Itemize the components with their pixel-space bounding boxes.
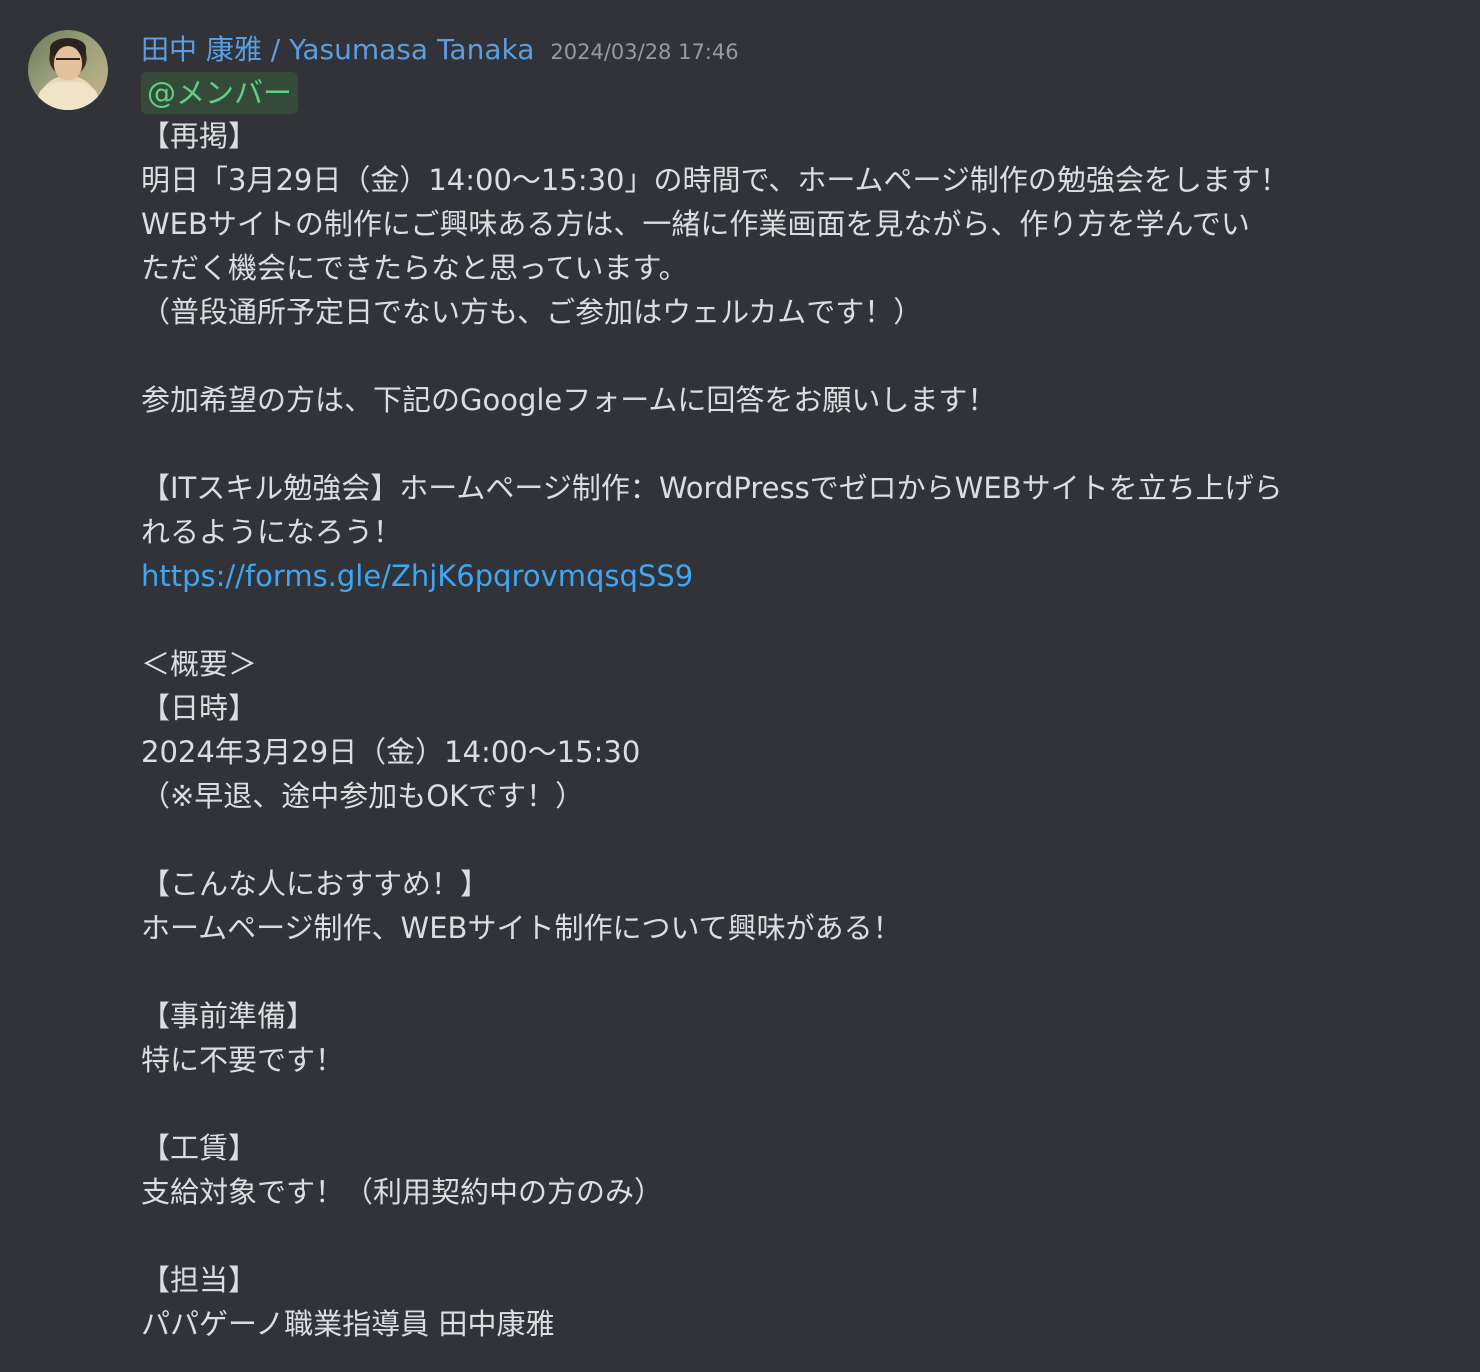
avatar-shirt — [38, 82, 98, 110]
message-line: 【事前準備】 — [141, 999, 316, 1033]
message-body: 【再掲】 明日「3月29日（金）14:00〜15:30」の時間で、ホームページ制… — [141, 114, 1441, 1346]
message-line: 【ITスキル勉強会】ホームページ制作：WordPressでゼロからWEBサイトを… — [141, 471, 1283, 505]
message-line: 2024年3月29日（金）14:00〜15:30 — [141, 735, 641, 769]
message-line: 【再掲】 — [141, 119, 258, 153]
message-line: 支給対象です！（利用契約中の方のみ） — [141, 1175, 664, 1209]
message-line: 【こんな人におすすめ！】 — [141, 867, 490, 901]
message-line: ホームページ制作、WEBサイト制作について興味がある！ — [141, 911, 902, 945]
message-line: ただく機会にできたらなと思っています。 — [141, 251, 688, 285]
message-line: パパゲーノ職業指導員 田中康雅 — [141, 1307, 555, 1341]
user-avatar[interactable] — [28, 30, 108, 110]
message-line: 特に不要です！ — [141, 1043, 345, 1077]
author-name[interactable]: 田中 康雅 / Yasumasa Tanaka — [141, 30, 534, 70]
message-line: ＜概要＞ — [141, 647, 258, 681]
avatar-glasses — [56, 58, 80, 66]
message-line: 【日時】 — [141, 691, 258, 725]
message-header: 田中 康雅 / Yasumasa Tanaka 2024/03/28 17:46 — [141, 30, 739, 70]
message-line: 参加希望の方は、下記のGoogleフォームに回答をお願いします！ — [141, 383, 997, 417]
message-timestamp: 2024/03/28 17:46 — [550, 40, 739, 64]
chat-message: 田中 康雅 / Yasumasa Tanaka 2024/03/28 17:46… — [0, 0, 1480, 1372]
message-line: （※早退、途中参加もOKです！） — [141, 779, 585, 813]
message-line: 明日「3月29日（金）14:00〜15:30」の時間で、ホームページ制作の勉強会… — [141, 163, 1289, 197]
google-form-link[interactable]: https://forms.gle/ZhjK6pqrovmqsqSS9 — [141, 559, 693, 593]
message-line: WEBサイトの制作にご興味ある方は、一緒に作業画面を見ながら、作り方を学んでい — [141, 207, 1250, 241]
link-line: https://forms.gle/ZhjK6pqrovmqsqSS9 — [141, 554, 1441, 598]
message-line: 【工賃】 — [141, 1131, 258, 1165]
message-line: れるようになろう！ — [141, 515, 403, 549]
role-mention[interactable]: @メンバー — [141, 72, 299, 114]
message-line: （普段通所予定日でない方も、ご参加はウェルカムです！） — [141, 295, 923, 329]
message-line: 【担当】 — [141, 1263, 258, 1297]
